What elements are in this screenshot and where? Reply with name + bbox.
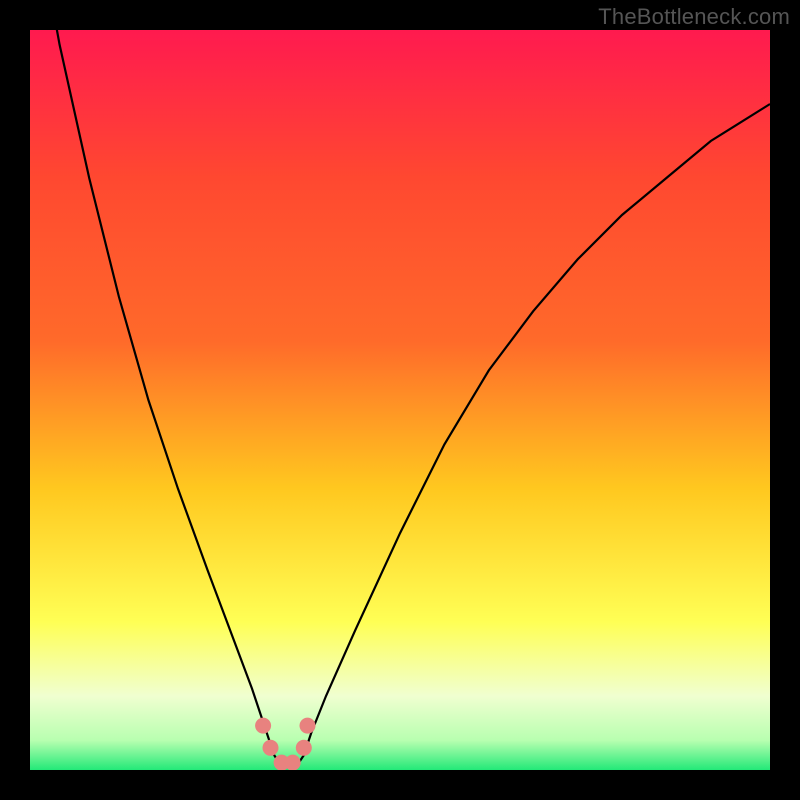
watermark-text: TheBottleneck.com — [598, 4, 790, 30]
gradient-background — [30, 30, 770, 770]
plot-area — [30, 30, 770, 770]
trough-marker — [255, 718, 271, 734]
trough-marker — [263, 740, 279, 756]
trough-marker — [285, 755, 301, 770]
trough-marker — [300, 718, 316, 734]
trough-marker — [296, 740, 312, 756]
plot-svg — [30, 30, 770, 770]
